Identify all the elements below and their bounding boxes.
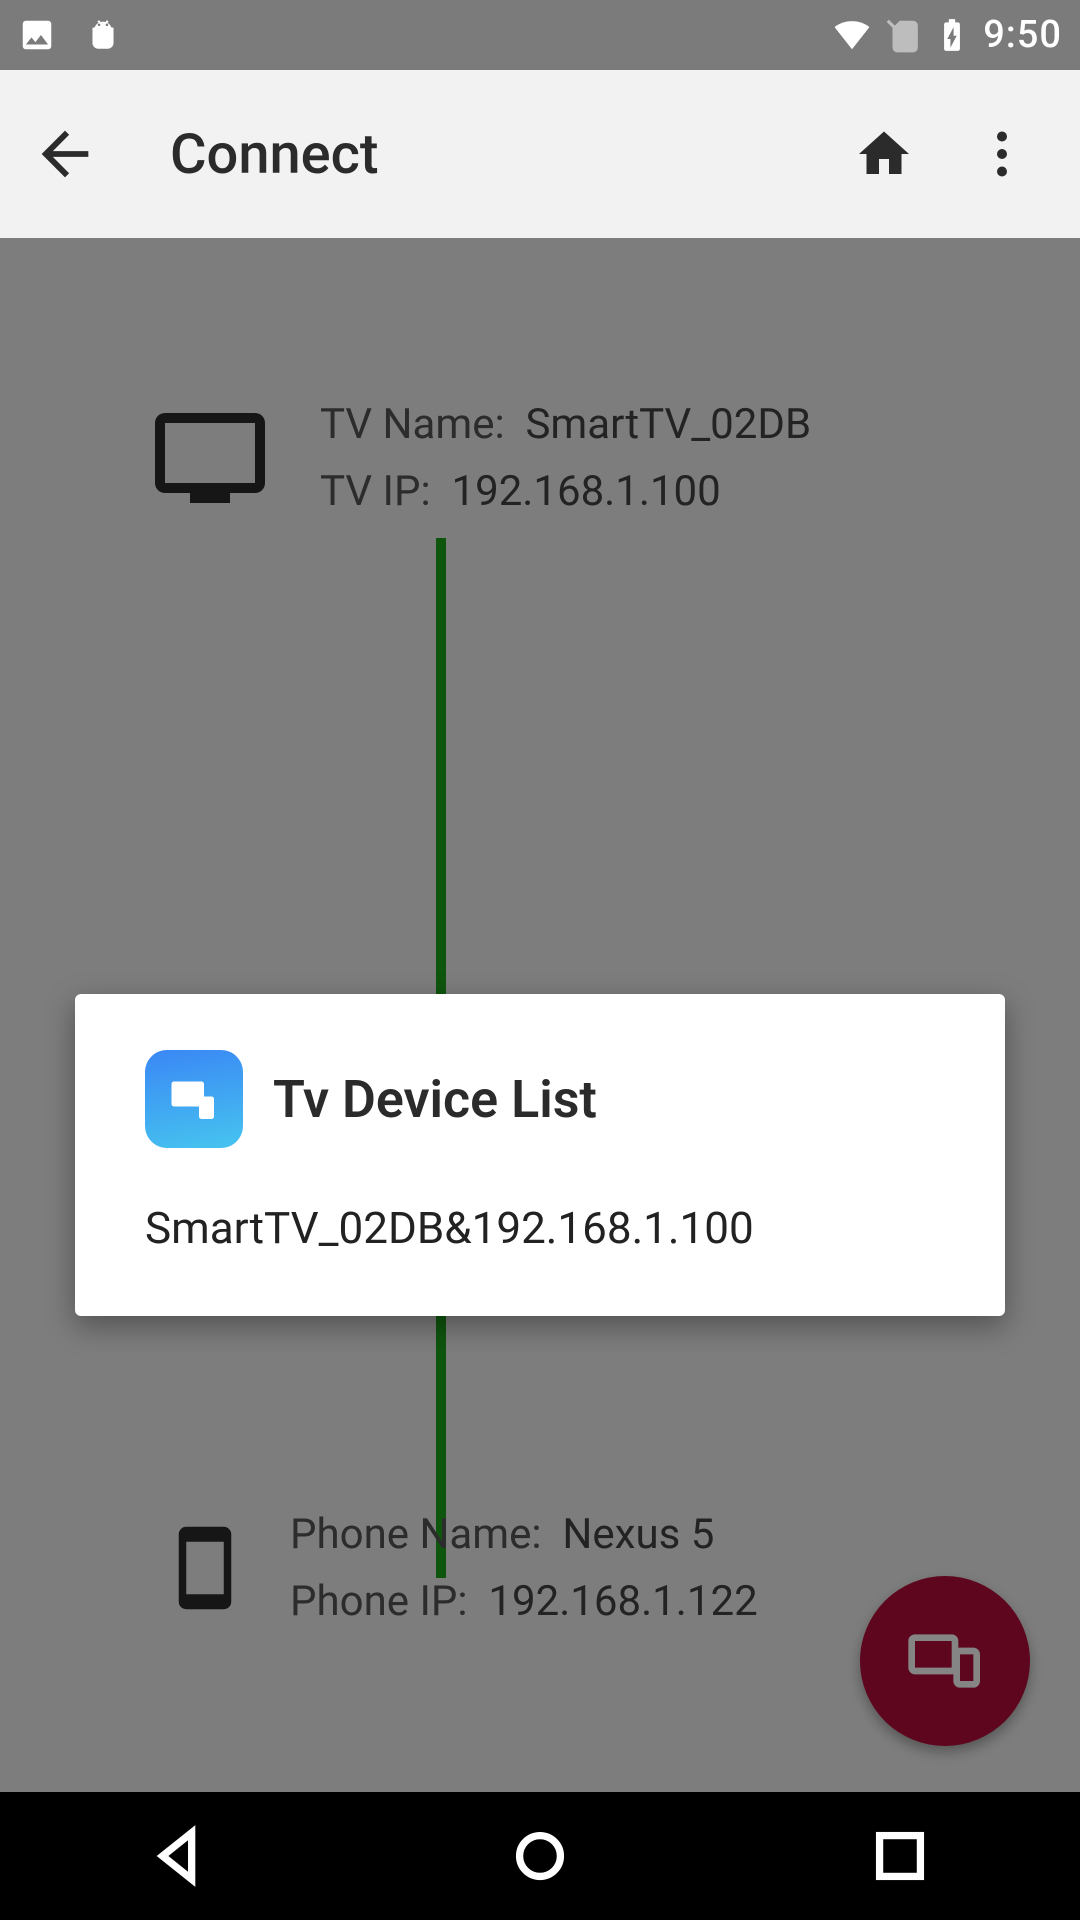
home-button[interactable]: [854, 124, 914, 184]
image-notification-icon: [18, 16, 56, 54]
app-icon: [145, 1050, 243, 1148]
wifi-icon: [833, 16, 871, 54]
status-bar: 9:50: [0, 0, 1080, 70]
no-sim-icon: [883, 16, 921, 54]
status-clock: 9:50: [983, 13, 1062, 57]
back-button[interactable]: [30, 119, 100, 189]
status-right-icons: 9:50: [833, 13, 1062, 57]
nav-recents-button[interactable]: [865, 1821, 935, 1891]
overflow-menu-button[interactable]: [972, 124, 1032, 184]
nav-home-button[interactable]: [505, 1821, 575, 1891]
tv-device-list-dialog: Tv Device List SmartTV_02DB&192.168.1.10…: [75, 994, 1005, 1316]
battery-charging-icon: [933, 16, 971, 54]
app-bar-title: Connect: [170, 121, 854, 187]
modal-overlay[interactable]: Tv Device List SmartTV_02DB&192.168.1.10…: [0, 238, 1080, 1793]
dialog-title: Tv Device List: [273, 1069, 597, 1130]
android-debug-icon: [84, 16, 122, 54]
status-left-icons: [18, 16, 122, 54]
nav-back-button[interactable]: [145, 1821, 215, 1891]
content-area: TV Name: SmartTV_02DB TV IP: 192.168.1.1…: [0, 238, 1080, 1793]
app-bar: Connect: [0, 70, 1080, 238]
device-frame: 9:50 Connect TV Name: SmartTV_02DB: [0, 0, 1080, 1920]
system-nav-bar: [0, 1792, 1080, 1920]
device-list-item[interactable]: SmartTV_02DB&192.168.1.100: [145, 1196, 935, 1260]
